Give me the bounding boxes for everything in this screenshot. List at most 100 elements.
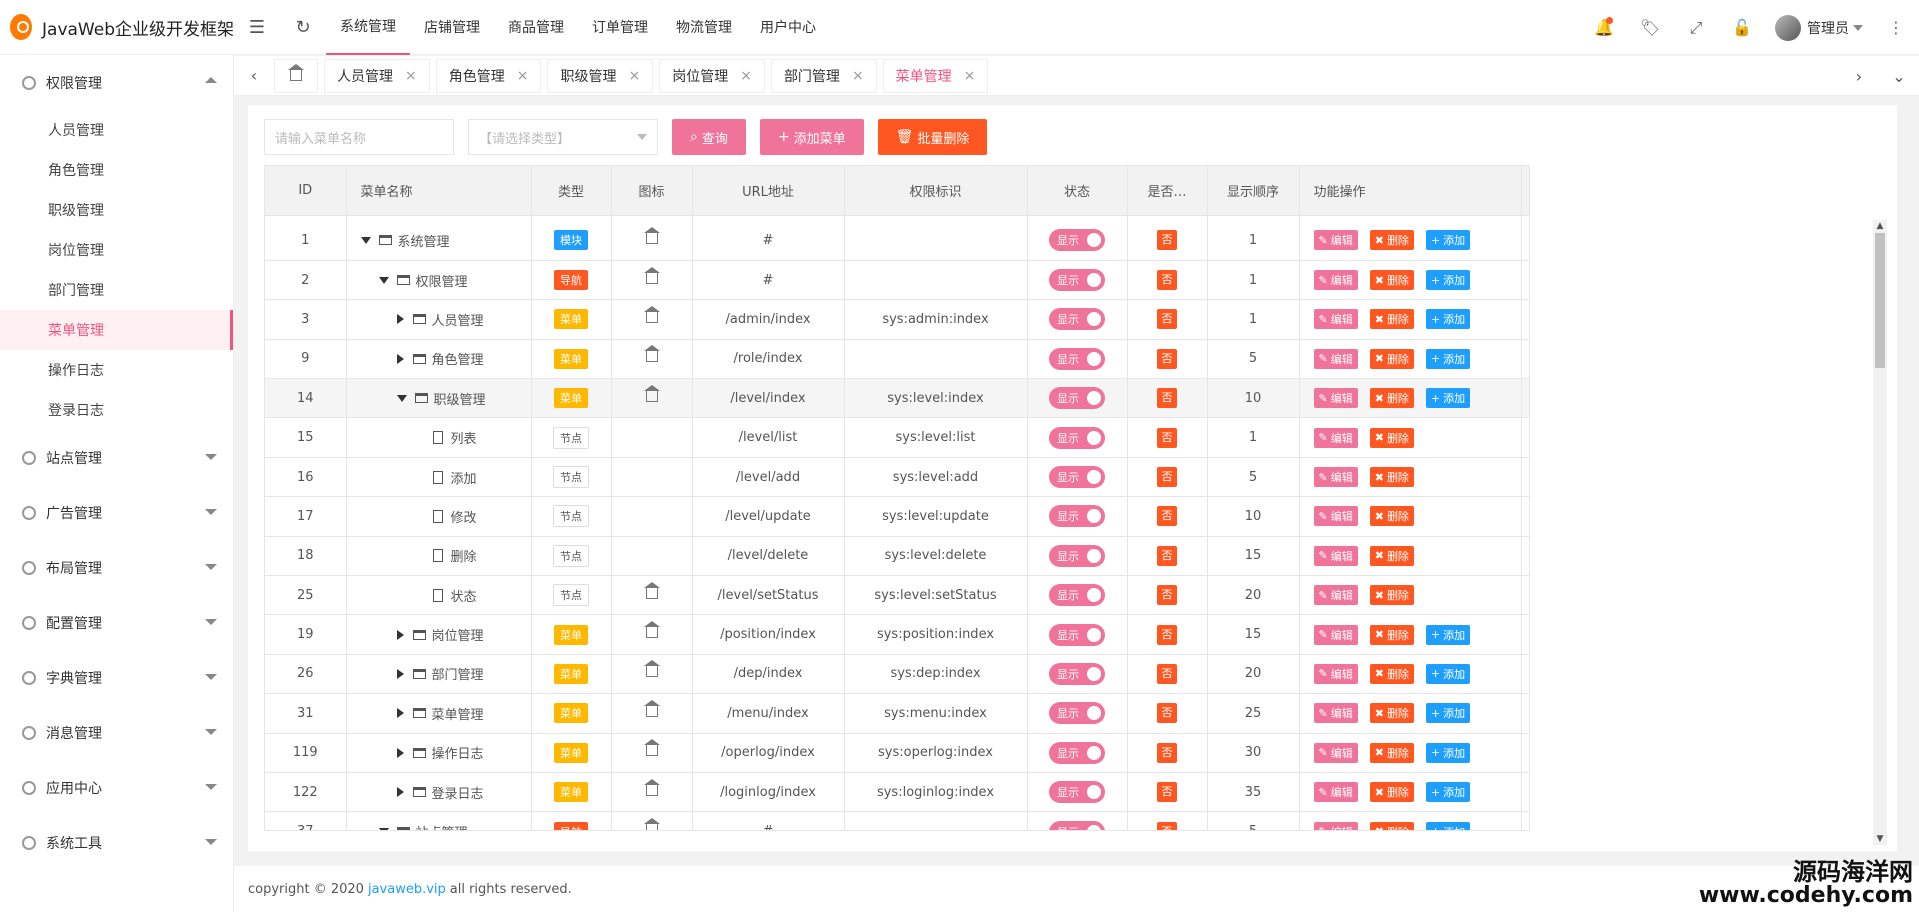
user-menu[interactable]: 管理员 (1765, 14, 1873, 41)
tab-item[interactable]: 菜单管理 × (882, 58, 989, 93)
table-row[interactable]: 122 登录日志 菜单/loginlog/index sys:loginlog:ind… (265, 772, 1529, 813)
table-row[interactable]: 3 人员管理 菜单/admin/index sys:admin:index 显示否 1 ✎ 编… (265, 299, 1529, 340)
delete-button[interactable]: ✖删除 (1369, 545, 1414, 566)
close-icon[interactable]: × (852, 68, 864, 84)
caret-down-icon[interactable] (360, 236, 371, 244)
edit-button[interactable]: ✎编辑 (1313, 703, 1358, 724)
scroll-down-icon[interactable]: ▼ (1873, 833, 1887, 845)
delete-button[interactable]: ✖删除 (1369, 663, 1414, 684)
sidebar-item[interactable]: 角色管理 (0, 150, 233, 190)
table-row[interactable]: 37 站点管理 导航 # 显示 否 5 ✎编辑 ✖删除 +添加 (265, 811, 1529, 830)
add-child-button[interactable]: +添加 (1425, 624, 1471, 645)
footer-link[interactable]: javaweb.vip (368, 882, 446, 897)
caret-right-icon[interactable] (396, 747, 404, 758)
add-child-button[interactable]: +添加 (1425, 270, 1471, 291)
tree-node[interactable]: 删除 (361, 546, 531, 565)
sidebar-group[interactable]: 布局管理 (0, 540, 233, 595)
delete-button[interactable]: ✖删除 (1369, 230, 1414, 251)
add-child-button[interactable]: +添加 (1425, 230, 1471, 251)
top-nav-item[interactable]: 用户中心 (746, 0, 830, 55)
edit-button[interactable]: ✎编辑 (1313, 624, 1358, 645)
tree-node[interactable]: 人员管理 (361, 310, 531, 329)
status-toggle[interactable]: 显示 (1049, 347, 1105, 370)
table-row[interactable]: 18 删除 节点/level/delete sys:level:delete 显示 否 15… (265, 536, 1529, 577)
tree-node[interactable]: 操作日志 (361, 743, 531, 762)
status-toggle[interactable]: 显示 (1049, 781, 1105, 804)
search-input[interactable]: 请输入菜单名称 (264, 119, 454, 155)
top-nav-item[interactable]: 店铺管理 (410, 0, 494, 55)
delete-button[interactable]: ✖删除 (1369, 703, 1414, 724)
table-row[interactable]: 2 权限管理 导航 # 显示 否 1 ✎ 编辑 ✖ 删除 + 添加 (265, 260, 1529, 301)
delete-button[interactable]: ✖删除 (1369, 624, 1414, 645)
tab-item[interactable]: 部门管理 × (770, 58, 877, 93)
caret-right-icon[interactable] (396, 629, 404, 640)
sidebar-item[interactable]: 登录日志 (0, 390, 233, 430)
table-row[interactable]: 26 部门管理 菜单/dep/index sys:dep:index 显示 否 20 ✎ 编辑 ✖… (265, 654, 1529, 695)
status-toggle[interactable]: 显示 (1049, 741, 1105, 764)
add-child-button[interactable]: +添加 (1425, 742, 1471, 763)
type-select[interactable]: 【请选择类型】 (468, 119, 658, 155)
refresh-icon[interactable]: ↻ (280, 0, 326, 55)
status-toggle[interactable]: 显示 (1049, 662, 1105, 685)
table-row[interactable]: 17 修改 节点/level/update sys:level:update 显示 否 10… (265, 496, 1529, 537)
delete-button[interactable]: ✖删除 (1369, 348, 1414, 369)
add-child-button[interactable]: +添加 (1425, 782, 1471, 803)
caret-right-icon[interactable] (396, 353, 404, 364)
table-row[interactable]: 25 状态 节点/level/setStatus sys:level:setStatu… (265, 575, 1529, 616)
edit-button[interactable]: ✎编辑 (1313, 270, 1358, 291)
add-child-button[interactable]: +添加 (1425, 703, 1471, 724)
tabs-menu-icon[interactable]: ⌄ (1879, 56, 1919, 96)
close-icon[interactable]: × (964, 68, 976, 84)
add-child-button[interactable]: +添加 (1425, 309, 1471, 330)
tree-node[interactable]: 修改 (361, 507, 531, 526)
table-row[interactable]: 19 岗位管理 菜单/position/index sys:position:inde… (265, 614, 1529, 655)
lock-icon[interactable]: 🔓 (1719, 0, 1765, 55)
fullscreen-icon[interactable]: ⤢ (1673, 0, 1719, 55)
sidebar-group[interactable]: 配置管理 (0, 595, 233, 650)
status-toggle[interactable]: 显示 (1049, 308, 1105, 331)
sidebar-item[interactable]: 人员管理 (0, 110, 233, 150)
edit-button[interactable]: ✎编辑 (1313, 742, 1358, 763)
top-nav-item[interactable]: 商品管理 (494, 0, 578, 55)
scrollbar-thumb[interactable] (1875, 233, 1885, 368)
batch-delete-button[interactable]: 🗑 批量删除 (877, 119, 988, 155)
tab-item[interactable]: 人员管理 × (324, 58, 430, 93)
add-child-button[interactable]: +添加 (1425, 348, 1471, 369)
delete-button[interactable]: ✖删除 (1369, 388, 1414, 409)
sidebar-item[interactable]: 岗位管理 (0, 230, 233, 270)
query-button[interactable]: ⌕ 查询 (672, 119, 746, 155)
close-icon[interactable]: × (628, 68, 640, 84)
edit-button[interactable]: ✎编辑 (1313, 348, 1358, 369)
edit-button[interactable]: ✎编辑 (1313, 388, 1358, 409)
status-toggle[interactable]: 显示 (1049, 623, 1105, 646)
tree-node[interactable]: 登录日志 (361, 783, 531, 802)
status-toggle[interactable]: 显示 (1049, 387, 1105, 410)
tree-node[interactable]: 添加 (361, 468, 531, 487)
tab-item[interactable]: 岗位管理 × (659, 58, 765, 93)
table-row[interactable]: 119 操作日志 菜单/operlog/index sys:operlog:index… (265, 733, 1529, 773)
tree-node[interactable]: 岗位管理 (361, 625, 531, 644)
delete-button[interactable]: ✖删除 (1369, 821, 1414, 830)
add-child-button[interactable]: +添加 (1425, 821, 1471, 830)
tree-node[interactable]: 职级管理 (361, 389, 531, 408)
add-child-button[interactable]: +添加 (1425, 663, 1471, 684)
delete-button[interactable]: ✖删除 (1369, 585, 1414, 606)
sidebar-group[interactable]: 消息管理 (0, 705, 233, 760)
menu-toggle-icon[interactable]: ☰ (234, 0, 280, 55)
tree-node[interactable]: 系统管理 (360, 231, 531, 250)
caret-right-icon[interactable] (396, 708, 404, 719)
edit-button[interactable]: ✎编辑 (1313, 585, 1358, 606)
add-child-button[interactable]: +添加 (1425, 388, 1471, 409)
sidebar-item[interactable]: 职级管理 (0, 190, 233, 230)
status-toggle[interactable]: 显示 (1049, 702, 1105, 725)
tree-node[interactable]: 站点管理 (361, 822, 531, 830)
status-toggle[interactable]: 显示 (1049, 229, 1105, 252)
status-toggle[interactable]: 显示 (1049, 544, 1105, 567)
more-icon[interactable]: ⋮ (1873, 0, 1919, 55)
tree-node[interactable]: 权限管理 (361, 271, 531, 290)
close-icon[interactable]: × (517, 68, 529, 84)
bell-icon[interactable]: 🔔 (1581, 0, 1627, 55)
delete-button[interactable]: ✖删除 (1369, 782, 1414, 803)
delete-button[interactable]: ✖删除 (1369, 506, 1414, 527)
edit-button[interactable]: ✎编辑 (1313, 663, 1358, 684)
